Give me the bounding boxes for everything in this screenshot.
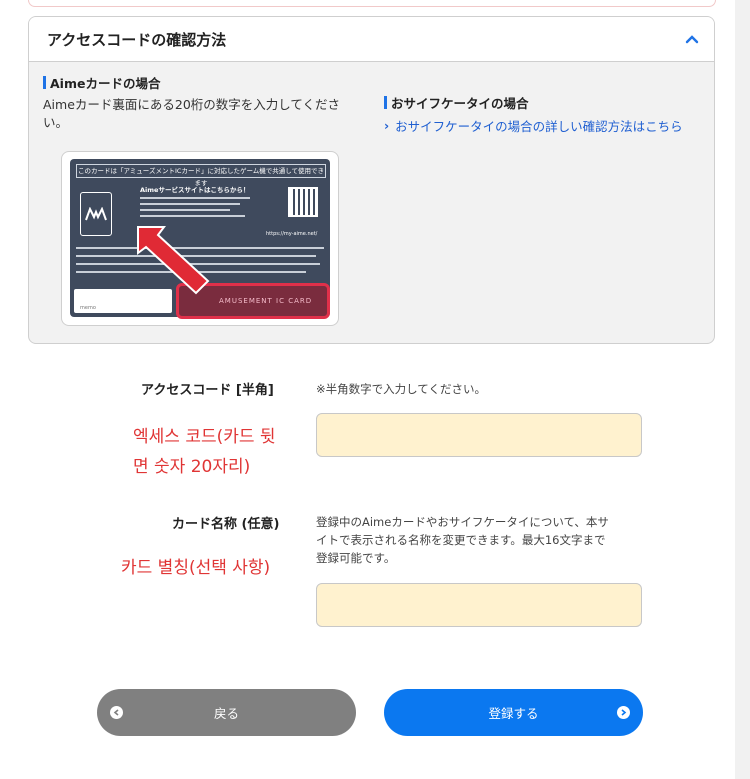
card-text-line (140, 209, 230, 211)
osaifu-title-text: おサイフケータイの場合 (391, 96, 529, 111)
chevron-right-icon: › (384, 118, 390, 133)
card-code-text: AMUSEMENT IC CARD (219, 297, 313, 305)
scrollbar[interactable] (735, 0, 750, 779)
card-name-input[interactable] (316, 583, 642, 627)
aime-logo-icon (80, 192, 112, 236)
section-marker (384, 96, 387, 109)
aime-desc-line1: Aimeカード裏面にある20桁の数字を入力してくださ (43, 97, 341, 112)
aime-card-image: このカードは「アミューズメントICカード」に対応したゲーム機で共通して使用できま… (61, 151, 339, 326)
aime-section-title: Aimeカードの場合 (43, 73, 160, 92)
chevron-up-icon[interactable] (684, 31, 700, 47)
back-button[interactable]: 戻る (97, 689, 356, 736)
card-service-text: Aimeサービスサイトはこちらから！ (140, 186, 250, 194)
card-name-note-line2: イトで表示される名称を変更できます。最大16文字まで (316, 533, 606, 547)
access-code-label: アクセスコード [半角] (141, 383, 274, 398)
osaifu-section-title: おサイフケータイの場合 (384, 93, 529, 112)
card-name-note-line3: 登録可能です。 (316, 551, 396, 565)
chevron-left-icon (110, 706, 123, 719)
card-url: https://my-aime.net/ (266, 231, 318, 237)
card-back: このカードは「アミューズメントICカード」に対応したゲーム機で共通して使用できま… (70, 159, 330, 319)
osaifu-link-text[interactable]: おサイフケータイの場合の詳しい確認方法はこちら (395, 116, 683, 135)
aime-title-text: Aimeカードの場合 (50, 76, 161, 91)
card-top-text: このカードは「アミューズメントICカード」に対応したゲーム機で共通して使用できま… (76, 164, 326, 187)
memo-label: memo (80, 305, 96, 311)
access-code-input[interactable] (316, 413, 642, 457)
qr-code-icon (288, 187, 318, 217)
previous-panel-edge (28, 0, 716, 7)
annotation-line1: 엑세스 코드(카드 뒷 (133, 427, 276, 447)
access-code-note: ※半角数字で入力してください。 (316, 382, 486, 396)
card-text-line (140, 203, 240, 205)
access-code-annotation: 엑세스 코드(카드 뒷 면 숫자 20자리) (133, 422, 276, 482)
card-name-note-line1: 登録中のAimeカードやおサイフケータイについて、本サ (316, 515, 609, 529)
panel-title: アクセスコードの確認方法 (47, 30, 227, 49)
section-marker (43, 76, 46, 89)
back-button-label: 戻る (213, 706, 239, 721)
aime-description: Aimeカード裏面にある20桁の数字を入力してくださ い。 (43, 96, 340, 132)
card-text-line (140, 197, 250, 199)
register-button-label: 登録する (488, 706, 539, 721)
chevron-right-icon (617, 706, 630, 719)
card-name-note: 登録中のAimeカードやおサイフケータイについて、本サ イトで表示される名称を変… (316, 513, 609, 567)
card-name-annotation: 카드 별칭(선택 사항) (121, 558, 271, 578)
osaifu-detail-link[interactable]: › おサイフケータイの場合の詳しい確認方法はこちら (384, 116, 683, 135)
panel-header[interactable]: アクセスコードの確認方法 (29, 17, 714, 62)
pointer-arrow-icon (137, 226, 210, 295)
card-name-label: カード名称 (任意) (172, 517, 280, 532)
aime-desc-line2: い。 (43, 115, 69, 130)
annotation-line2: 면 숫자 20자리) (133, 457, 251, 477)
register-button[interactable]: 登録する (384, 689, 643, 736)
card-text-line (140, 215, 245, 217)
